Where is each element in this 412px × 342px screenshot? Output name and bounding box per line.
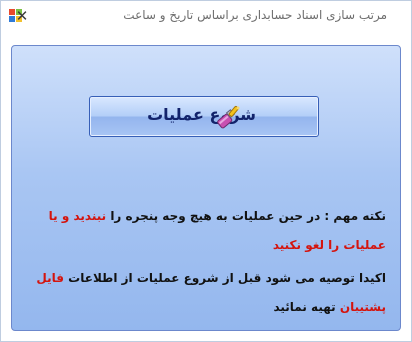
warning-note-text: نکته مهم : در حین عملیات به هیچ وجه پنجر… (106, 209, 386, 223)
warning-note-emphasis: نبندید و یا (48, 209, 107, 223)
main-panel: شروع عملیات نکته مهم : در حین عملیات به … (11, 45, 401, 331)
main-window: مرتب سازی اسناد حسابداری براساس تاریخ و … (0, 0, 412, 342)
warning-note-line-2: عملیات را لغو نکنید (272, 238, 386, 252)
backup-note-line-2: پشتیبان تهیه نمائید (273, 300, 386, 314)
backup-note-line-1: اکیدا توصیه می شود قبل از شروع عملیات از… (36, 271, 386, 285)
close-icon: ✕ (15, 7, 29, 25)
backup-note-emphasis-2: پشتیبان (339, 300, 386, 314)
start-operation-button[interactable]: شروع عملیات (89, 96, 319, 137)
backup-note-text-2: تهیه نمائید (273, 300, 340, 314)
brush-icon (217, 105, 240, 129)
title-bar: مرتب سازی اسناد حسابداری براساس تاریخ و … (1, 1, 411, 33)
window-title: مرتب سازی اسناد حسابداری براساس تاریخ و … (123, 8, 387, 22)
warning-note-line-1: نکته مهم : در حین عملیات به هیچ وجه پنجر… (49, 209, 386, 223)
backup-note-text: اکیدا توصیه می شود قبل از شروع عملیات از… (64, 271, 386, 285)
backup-note-emphasis: فایل (36, 271, 64, 285)
close-button[interactable]: ✕ (5, 3, 39, 29)
